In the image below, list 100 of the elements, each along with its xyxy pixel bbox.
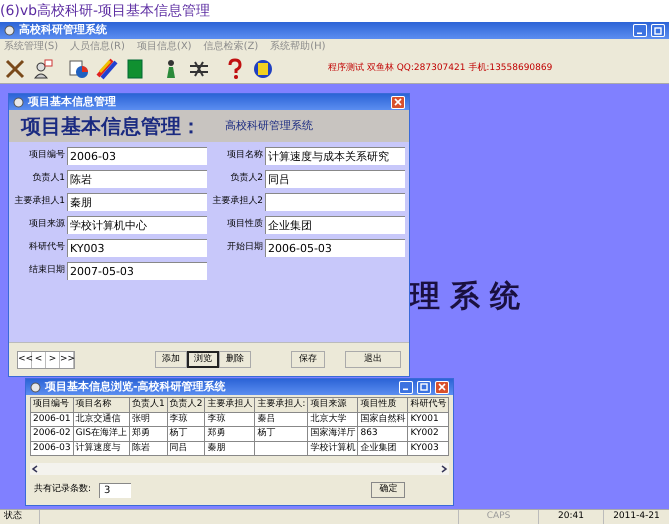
caps-indicator: CAPS: [459, 510, 539, 524]
dialog-subheading: 高校科研管理系统: [225, 118, 313, 134]
table-cell: 杨丁: [254, 426, 308, 441]
dialog-heading: 项目基本信息管理：: [21, 113, 201, 140]
minimize-button[interactable]: [399, 380, 414, 394]
user-check-icon[interactable]: [32, 58, 54, 80]
field-label: 项目编号: [28, 149, 65, 162]
app-icon: [30, 382, 41, 392]
minimize-button[interactable]: [633, 24, 647, 37]
input-field[interactable]: [265, 193, 405, 211]
column-header: 科研代号: [408, 398, 449, 412]
table-cell: 国家海洋厅: [308, 426, 358, 441]
column-header: 项目编号: [30, 398, 74, 412]
action-button[interactable]: 浏览: [187, 351, 219, 368]
page-caption: (6)vb高校科研-项目基本信息管理: [0, 2, 210, 20]
close-button[interactable]: [391, 96, 405, 108]
nav-button[interactable]: <<: [18, 352, 32, 368]
table-cell: 秦朋: [204, 441, 255, 456]
table-cell: 北京大学: [308, 412, 358, 426]
maximize-icon: [654, 26, 662, 34]
chart-icon[interactable]: [68, 58, 90, 80]
record-count-label: 共有记录条数:: [34, 483, 92, 496]
input-field[interactable]: 计算速度与成本关系研究: [265, 147, 405, 165]
table-cell: KY003: [408, 441, 449, 456]
column-header: 负责人2: [167, 398, 205, 412]
nav-button[interactable]: >>: [60, 352, 74, 368]
maximize-button[interactable]: [417, 380, 432, 394]
column-header: 主要承担人: [204, 398, 255, 412]
table-cell: KY002: [408, 426, 449, 441]
table-cell: 2006-01: [30, 412, 74, 426]
ok-button[interactable]: 确定: [371, 482, 406, 498]
action-button[interactable]: 添加: [155, 351, 187, 368]
input-field[interactable]: 同吕: [265, 170, 405, 188]
field-label: 负责人2: [229, 172, 263, 186]
status-time: 20:41: [539, 510, 604, 524]
field-label: 负责人1: [31, 172, 65, 186]
table-cell: GIS在海洋上: [73, 426, 130, 441]
nav-button[interactable]: <: [32, 352, 46, 368]
input-field[interactable]: KY003: [67, 239, 207, 257]
table-cell: 企业集团: [358, 441, 408, 456]
scroll-left-icon[interactable]: [30, 464, 40, 474]
field-label: 结束日期: [28, 264, 65, 278]
table-cell: 张明: [129, 412, 168, 426]
horizontal-scrollbar[interactable]: [30, 463, 450, 475]
column-header: 主要承担人:: [254, 398, 308, 412]
action-button[interactable]: 删除: [219, 351, 251, 368]
pencils-icon[interactable]: [96, 58, 118, 80]
table-cell: 郑勇: [129, 426, 168, 441]
table-cell: 863: [358, 426, 408, 441]
window-title: 高校科研管理系统: [19, 22, 108, 38]
input-field[interactable]: 2007-05-03: [67, 262, 207, 280]
field-label: 科研代号: [28, 241, 65, 254]
desktop-title: 理系统: [410, 278, 530, 316]
table-cell: 计算速度与: [73, 441, 130, 456]
input-field[interactable]: 陈岩: [67, 170, 207, 188]
field-label: 项目来源: [28, 218, 65, 232]
table-cell: 陈岩: [129, 441, 168, 456]
maximize-button[interactable]: [651, 24, 665, 37]
nav-button[interactable]: >: [46, 352, 60, 368]
close-icon: [394, 98, 402, 106]
app-icon: [4, 25, 15, 36]
contact-info: 程序测试 双鱼林 QQ:287307421 手机:13558690869: [328, 62, 552, 75]
input-field[interactable]: 秦朋: [67, 193, 207, 211]
field-label: 开始日期: [226, 241, 263, 254]
input-field[interactable]: 2006-03: [67, 147, 207, 165]
field-label: 项目名称: [226, 149, 263, 162]
table-cell: 秦吕: [254, 412, 308, 426]
column-header: 负责人1: [129, 398, 168, 412]
scroll-right-icon[interactable]: [439, 464, 450, 474]
tools-icon[interactable]: [4, 58, 26, 80]
input-field[interactable]: 2006-05-03: [265, 239, 405, 257]
table-cell: 李琼: [167, 412, 205, 426]
column-header: 项目来源: [308, 398, 358, 412]
record-count-field[interactable]: 3: [99, 482, 132, 498]
window-title: 项目基本信息浏览-高校科研管理系统: [45, 378, 227, 395]
table-cell: 李琼: [204, 412, 255, 426]
status-text: 状态: [0, 510, 40, 524]
column-header: 项目性质: [358, 398, 408, 412]
field-label: 主要承担人2: [211, 195, 263, 208]
exit-button[interactable]: 退出: [344, 351, 401, 368]
field-label: 项目性质: [226, 218, 263, 232]
status-date: 2011-4-21: [612, 510, 661, 524]
table-cell: 郑勇: [204, 426, 255, 441]
field-label: 主要承担人1: [13, 195, 65, 208]
table-cell: 北京交通信: [73, 412, 130, 426]
table-cell: 杨丁: [167, 426, 205, 441]
table-cell: 同吕: [167, 441, 205, 456]
input-field[interactable]: 学校计算机中心: [67, 216, 207, 234]
close-button[interactable]: [435, 380, 450, 394]
table-cell: 学校计算机: [308, 441, 358, 456]
table-cell: 2006-03: [30, 441, 74, 456]
column-header: 项目名称: [73, 398, 130, 412]
app-icon: [13, 96, 24, 108]
table-cell: 2006-02: [30, 426, 74, 441]
save-button[interactable]: 保存: [291, 351, 325, 368]
table-cell: [254, 441, 308, 456]
window-title: 项目基本信息管理: [28, 94, 117, 110]
input-field[interactable]: 企业集团: [265, 216, 405, 234]
about-icon[interactable]: [252, 58, 274, 80]
table-cell: 国家自然科: [358, 412, 408, 426]
